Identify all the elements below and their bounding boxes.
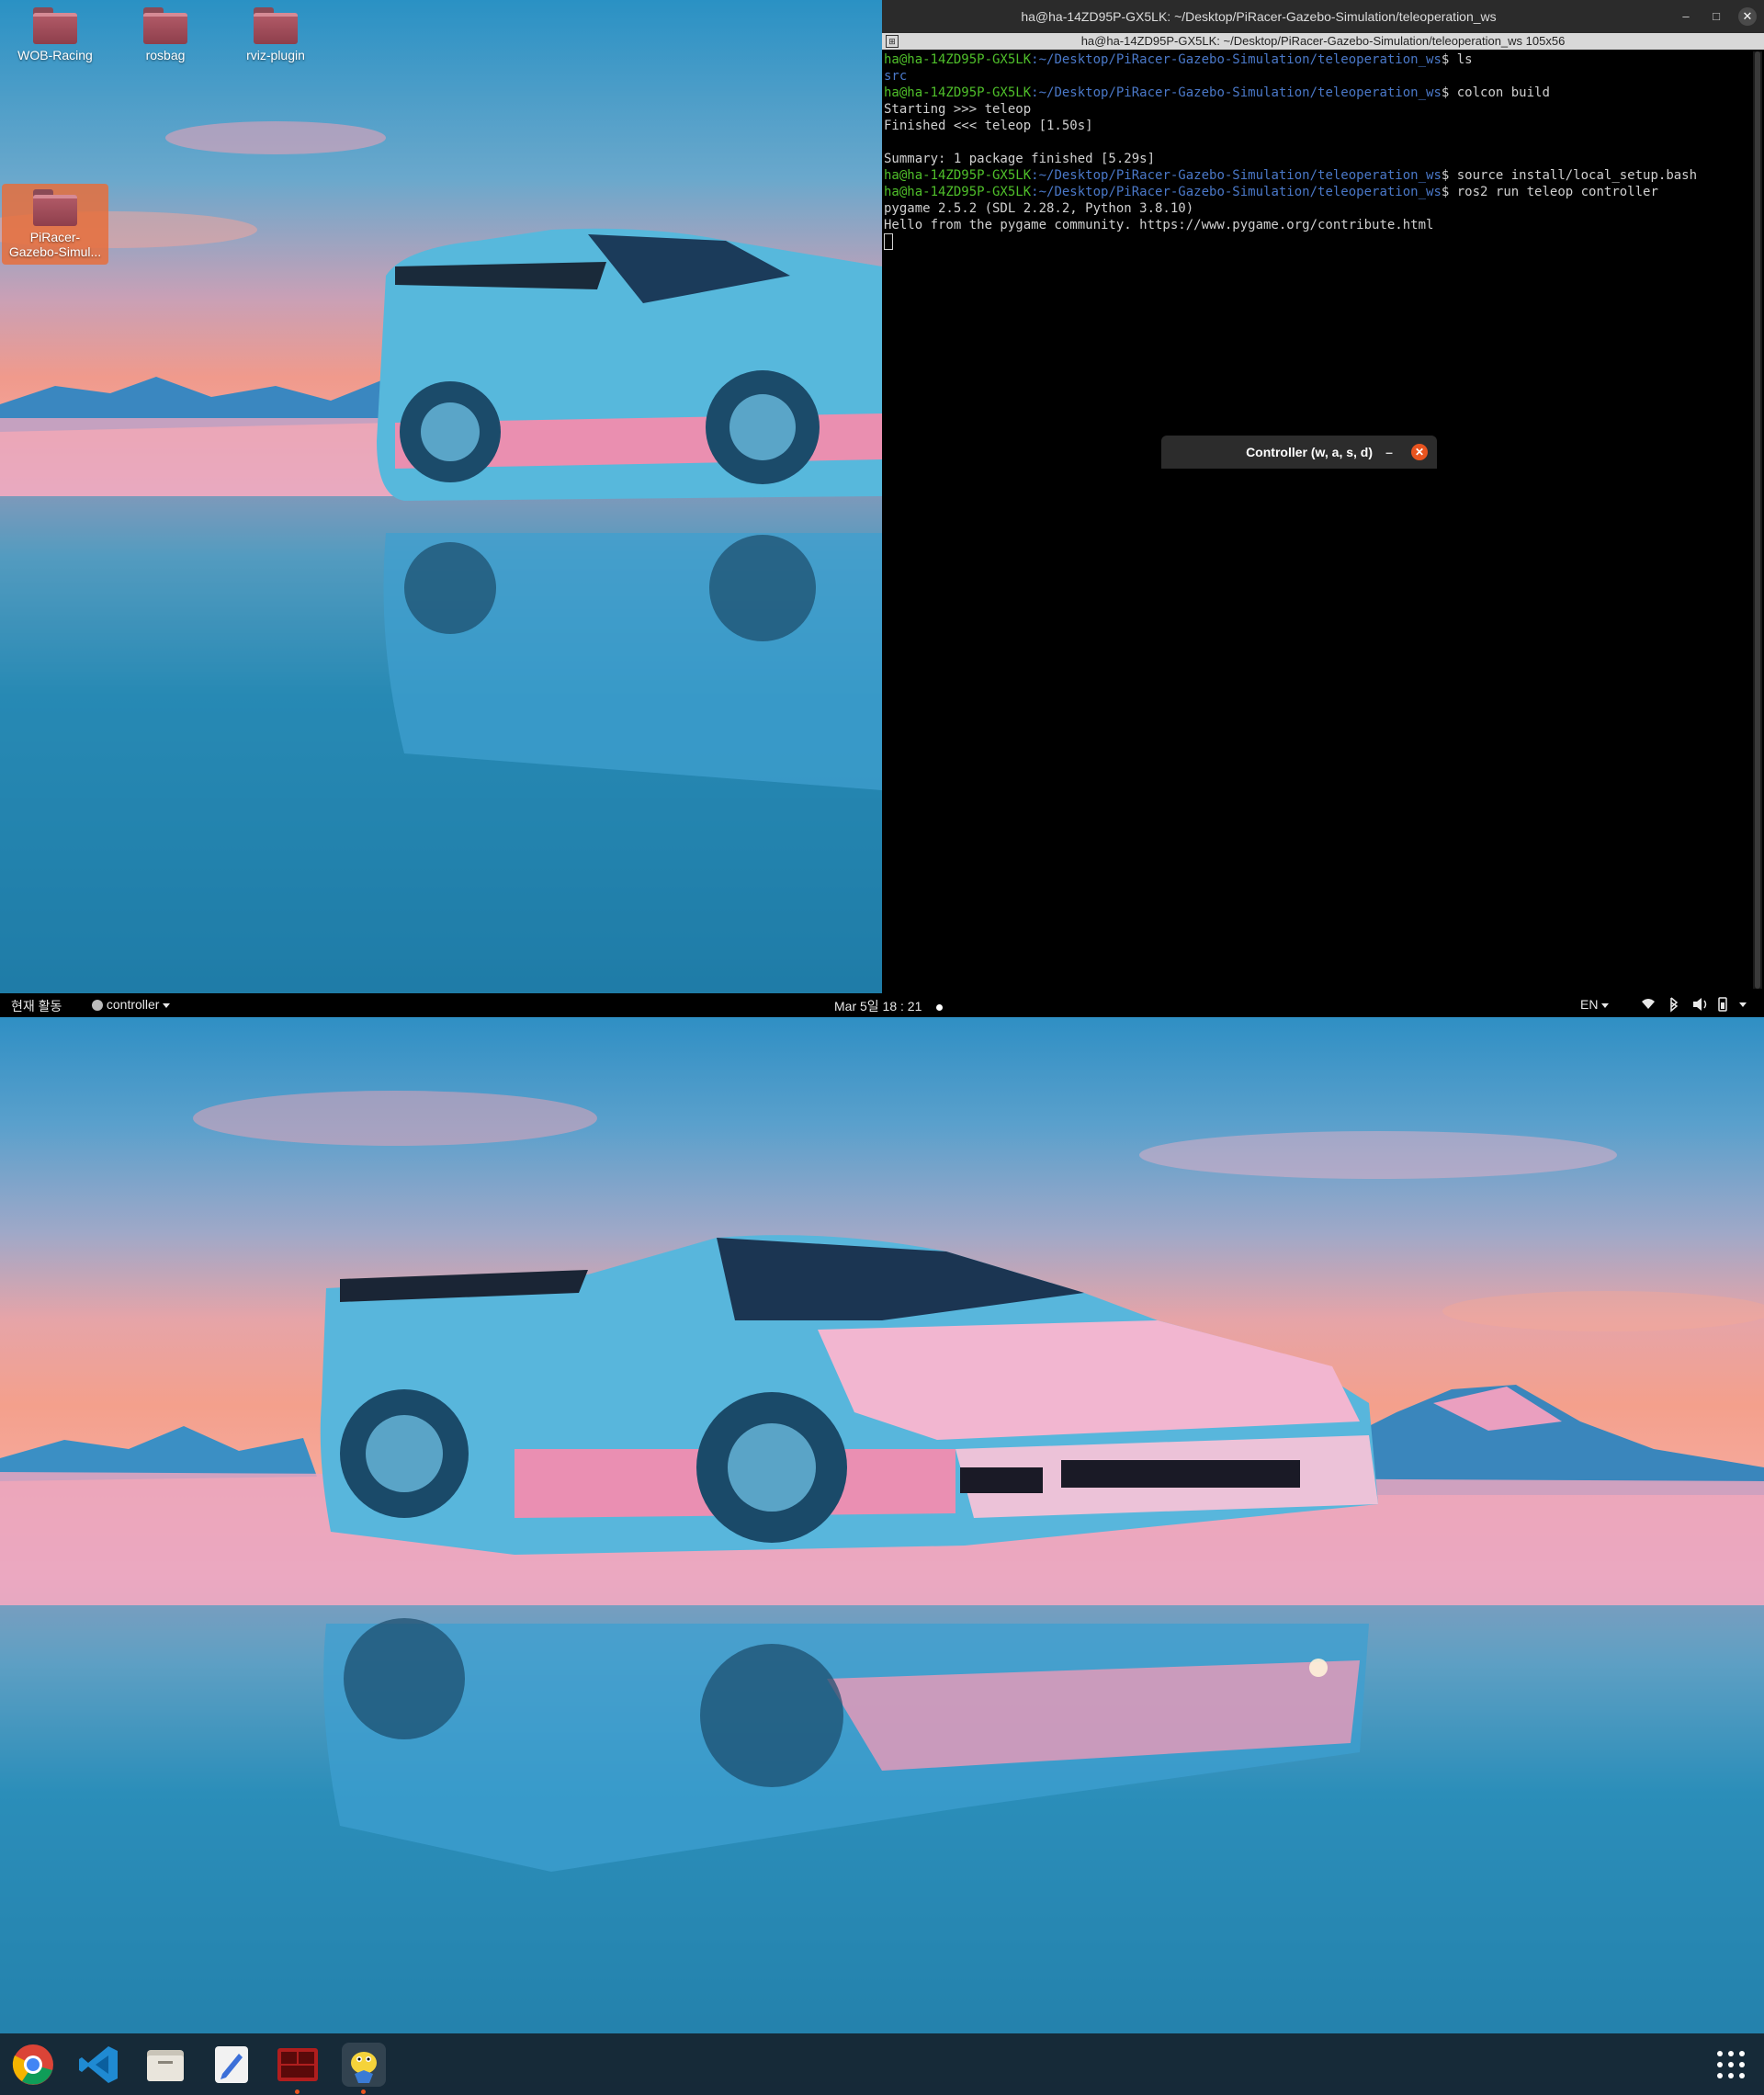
terminal-line xyxy=(884,134,1755,151)
chevron-down-icon xyxy=(1601,1002,1610,1008)
running-indicator xyxy=(295,2089,300,2094)
prompt-user: ha@ha-14ZD95P-GX5LK xyxy=(884,185,1032,199)
system-menu[interactable] xyxy=(1640,996,1750,1015)
dock-app-terminator[interactable] xyxy=(276,2043,320,2087)
output-text: pygame 2.5.2 (SDL 2.28.2, Python 3.8.10) xyxy=(884,201,1194,216)
desktop-folder-rviz-plugin[interactable]: rviz-plugin xyxy=(225,7,326,62)
terminal-line: Starting >>> teleop xyxy=(884,101,1755,118)
terminal-line: ha@ha-14ZD95P-GX5LK:~/Desktop/PiRacer-Ga… xyxy=(884,184,1755,200)
chevron-down-icon xyxy=(1739,1002,1747,1007)
top-monitor: WOB-Racing rosbag rviz-plugin PiRacer- G… xyxy=(0,0,1764,993)
folder-icon xyxy=(143,7,187,44)
dock xyxy=(0,2033,1764,2095)
chrome-icon xyxy=(12,2044,53,2085)
close-button[interactable]: ✕ xyxy=(1738,7,1757,26)
folder-label: rosbag xyxy=(145,48,186,62)
terminal-line: Summary: 1 package finished [5.29s] xyxy=(884,151,1755,167)
clock[interactable]: Mar 5일 18 : 21 xyxy=(834,997,944,1015)
chevron-down-icon xyxy=(163,1002,171,1008)
terminal-title: ha@ha-14ZD95P-GX5LK: ~/Desktop/PiRacer-G… xyxy=(1021,9,1497,24)
prompt-user: ha@ha-14ZD95P-GX5LK xyxy=(884,168,1032,183)
desktop-folder-rosbag[interactable]: rosbag xyxy=(115,7,216,62)
dock-app-chrome[interactable] xyxy=(11,2043,55,2087)
prompt-path: :~/Desktop/PiRacer-Gazebo-Simulation/tel… xyxy=(1031,185,1442,199)
output-text: src xyxy=(884,69,908,84)
controller-title: Controller (w, a, s, d) xyxy=(1246,445,1373,459)
command-text: $ ros2 run teleop controller xyxy=(1441,185,1658,199)
folder-icon xyxy=(254,7,298,44)
controller-window[interactable]: Controller (w, a, s, d) – ✕ xyxy=(1161,436,1437,654)
dock-app-vscode[interactable] xyxy=(77,2043,121,2087)
text-editor-icon xyxy=(215,2046,248,2083)
input-language-menu[interactable]: EN xyxy=(1580,997,1610,1012)
folder-label: rviz-plugin xyxy=(246,48,305,62)
desktop-folder-wob-racing[interactable]: WOB-Racing xyxy=(5,7,106,62)
close-button[interactable]: ✕ xyxy=(1411,444,1428,460)
notification-dot-icon xyxy=(936,1003,944,1011)
folder-icon xyxy=(33,7,77,44)
prompt-path: :~/Desktop/PiRacer-Gazebo-Simulation/tel… xyxy=(1031,168,1442,183)
app-menu[interactable]: controller xyxy=(92,997,171,1012)
top-bar: 현재 활동 controller Mar 5일 18 : 21 EN xyxy=(0,993,1764,1017)
bottom-monitor xyxy=(0,1017,1764,2095)
pygame-icon xyxy=(92,1000,103,1012)
prompt-user: ha@ha-14ZD95P-GX5LK xyxy=(884,85,1032,100)
dock-app-files[interactable] xyxy=(143,2043,187,2087)
terminal-line: src xyxy=(884,68,1755,85)
terminal-tab-label: ha@ha-14ZD95P-GX5LK: ~/Desktop/PiRacer-G… xyxy=(1080,34,1566,48)
folder-icon xyxy=(33,189,77,226)
terminal-line: ha@ha-14ZD95P-GX5LK:~/Desktop/PiRacer-Ga… xyxy=(884,167,1755,184)
output-text: Hello from the pygame community. https:/… xyxy=(884,218,1434,232)
prompt-path: :~/Desktop/PiRacer-Gazebo-Simulation/tel… xyxy=(1031,85,1442,100)
minimize-button[interactable]: – xyxy=(1677,7,1695,26)
terminal-line: Hello from the pygame community. https:/… xyxy=(884,217,1755,233)
desktop-wallpaper: WOB-Racing rosbag rviz-plugin PiRacer- G… xyxy=(0,0,882,993)
terminal-line: ha@ha-14ZD95P-GX5LK:~/Desktop/PiRacer-Ga… xyxy=(884,51,1755,68)
terminal-cursor-line xyxy=(884,233,1755,250)
wallpaper-art xyxy=(0,1091,1764,2095)
vscode-icon xyxy=(79,2046,118,2083)
folder-label: WOB-Racing xyxy=(17,48,93,62)
maximize-button[interactable]: □ xyxy=(1707,7,1725,26)
prompt-path: :~/Desktop/PiRacer-Gazebo-Simulation/tel… xyxy=(1031,52,1442,67)
input-language-label: EN xyxy=(1580,997,1599,1012)
files-icon xyxy=(147,2050,184,2081)
terminal-titlebar[interactable]: ha@ha-14ZD95P-GX5LK: ~/Desktop/PiRacer-G… xyxy=(882,0,1764,33)
dock-app-text-editor[interactable] xyxy=(209,2043,254,2087)
command-text: $ ls xyxy=(1441,52,1473,67)
system-status-icons xyxy=(1642,997,1747,1013)
volume-icon xyxy=(1693,998,1702,1011)
folder-label-line2: Gazebo-Simul... xyxy=(8,244,102,259)
folder-label-line1: PiRacer- xyxy=(29,230,81,244)
wifi-icon xyxy=(1642,999,1655,1009)
controller-titlebar[interactable]: Controller (w, a, s, d) – ✕ xyxy=(1161,436,1437,469)
terminal-line: ha@ha-14ZD95P-GX5LK:~/Desktop/PiRacer-Ga… xyxy=(884,85,1755,101)
activities-button[interactable]: 현재 활동 xyxy=(11,997,62,1015)
pygame-icon xyxy=(351,2052,377,2083)
command-text: $ colcon build xyxy=(1441,85,1550,100)
output-text: Finished <<< teleop [1.50s] xyxy=(884,119,1093,133)
command-text: $ source install/local_setup.bash xyxy=(1441,168,1698,183)
prompt-user: ha@ha-14ZD95P-GX5LK xyxy=(884,52,1032,67)
dock-app-pygame[interactable] xyxy=(342,2043,386,2087)
terminator-icon xyxy=(277,2048,318,2081)
app-menu-label: controller xyxy=(106,997,160,1012)
running-indicator xyxy=(361,2089,366,2094)
minimize-button[interactable]: – xyxy=(1380,443,1398,461)
output-text: Summary: 1 package finished [5.29s] xyxy=(884,152,1156,166)
show-applications-button[interactable] xyxy=(1709,2043,1753,2087)
controller-canvas[interactable] xyxy=(1161,469,1437,654)
terminal-line: pygame 2.5.2 (SDL 2.28.2, Python 3.8.10) xyxy=(884,200,1755,217)
bluetooth-icon xyxy=(1670,997,1679,1013)
clock-label: Mar 5일 18 : 21 xyxy=(834,999,922,1014)
desktop-folder-piracer-gazebo-simulation[interactable]: PiRacer- Gazebo-Simul... xyxy=(2,184,108,265)
terminal-scrollbar[interactable] xyxy=(1753,51,1762,989)
text-cursor xyxy=(884,233,893,250)
wallpaper-art xyxy=(0,121,882,993)
output-text: Starting >>> teleop xyxy=(884,102,1032,117)
terminal-line: Finished <<< teleop [1.50s] xyxy=(884,118,1755,134)
grid-icon xyxy=(1717,2051,1745,2078)
terminal-tab-bar[interactable]: ⊞ ha@ha-14ZD95P-GX5LK: ~/Desktop/PiRacer… xyxy=(882,33,1764,50)
